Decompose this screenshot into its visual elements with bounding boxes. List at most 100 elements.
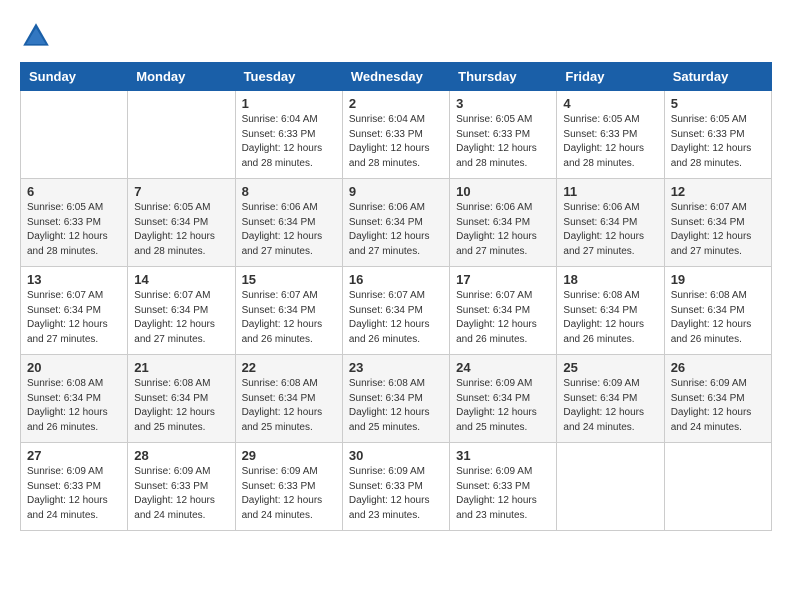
day-of-week-header: Sunday <box>21 63 128 91</box>
day-info: Sunrise: 6:07 AM Sunset: 6:34 PM Dayligh… <box>134 289 228 347</box>
logo <box>20 20 58 52</box>
day-number: 25 <box>563 360 657 375</box>
day-info: Sunrise: 6:07 AM Sunset: 6:34 PM Dayligh… <box>671 201 765 259</box>
day-number: 4 <box>563 96 657 111</box>
calendar-week-row: 27 Sunrise: 6:09 AM Sunset: 6:33 PM Dayli… <box>21 443 772 531</box>
calendar-day-cell <box>664 443 771 531</box>
day-info: Sunrise: 6:04 AM Sunset: 6:33 PM Dayligh… <box>349 113 443 171</box>
calendar-week-row: 6 Sunrise: 6:05 AM Sunset: 6:33 PM Daylig… <box>21 179 772 267</box>
day-info: Sunrise: 6:09 AM Sunset: 6:34 PM Dayligh… <box>563 377 657 435</box>
calendar-day-cell: 13Sunrise: 6:07 AM Sunset: 6:34 PM Dayli… <box>21 267 128 355</box>
calendar-day-cell: 12 Sunrise: 6:07 AM Sunset: 6:34 PM Dayli… <box>664 179 771 267</box>
calendar-day-cell: 9 Sunrise: 6:06 AM Sunset: 6:34 PM Daylig… <box>342 179 449 267</box>
day-info: Sunrise: 6:05 AM Sunset: 6:33 PM Dayligh… <box>563 113 657 171</box>
calendar-day-cell <box>557 443 664 531</box>
day-number: 8 <box>242 184 336 199</box>
day-number: 5 <box>671 96 765 111</box>
day-info: Sunrise: 6:07 AM Sunset: 6:34 PM Dayligh… <box>456 289 550 347</box>
day-of-week-header: Monday <box>128 63 235 91</box>
day-number: 29 <box>242 448 336 463</box>
day-info: Sunrise: 6:09 AM Sunset: 6:34 PM Dayligh… <box>671 377 765 435</box>
calendar-day-cell: 18 Sunrise: 6:08 AM Sunset: 6:34 PM Dayli… <box>557 267 664 355</box>
calendar-day-cell: 22Sunrise: 6:08 AM Sunset: 6:34 PM Dayli… <box>235 355 342 443</box>
calendar-week-row: 20 Sunrise: 6:08 AM Sunset: 6:34 PM Dayli… <box>21 355 772 443</box>
day-info: Sunrise: 6:08 AM Sunset: 6:34 PM Dayligh… <box>671 289 765 347</box>
calendar-day-cell: 16Sunrise: 6:07 AM Sunset: 6:34 PM Dayli… <box>342 267 449 355</box>
day-number: 27 <box>27 448 121 463</box>
day-info: Sunrise: 6:09 AM Sunset: 6:33 PM Dayligh… <box>456 465 550 523</box>
calendar-day-cell: 17 Sunrise: 6:07 AM Sunset: 6:34 PM Dayli… <box>450 267 557 355</box>
day-number: 1 <box>242 96 336 111</box>
day-info: Sunrise: 6:05 AM Sunset: 6:33 PM Dayligh… <box>671 113 765 171</box>
day-number: 12 <box>671 184 765 199</box>
day-number: 9 <box>349 184 443 199</box>
day-info: Sunrise: 6:07 AM Sunset: 6:34 PM Dayligh… <box>242 289 336 347</box>
calendar-day-cell: 4 Sunrise: 6:05 AM Sunset: 6:33 PM Daylig… <box>557 91 664 179</box>
calendar-day-cell <box>21 91 128 179</box>
logo-icon <box>20 20 52 52</box>
day-info: Sunrise: 6:05 AM Sunset: 6:33 PM Dayligh… <box>456 113 550 171</box>
calendar-day-cell: 5 Sunrise: 6:05 AM Sunset: 6:33 PM Daylig… <box>664 91 771 179</box>
calendar-day-cell: 14 Sunrise: 6:07 AM Sunset: 6:34 PM Dayli… <box>128 267 235 355</box>
calendar-day-cell: 3Sunrise: 6:05 AM Sunset: 6:33 PM Daylig… <box>450 91 557 179</box>
day-number: 30 <box>349 448 443 463</box>
calendar-day-cell: 2 Sunrise: 6:04 AM Sunset: 6:33 PM Daylig… <box>342 91 449 179</box>
calendar-week-row: 13 Sunrise: 6:07 AM Sunset: 6:34 PM Dayli… <box>21 267 772 355</box>
day-info: Sunrise: 6:05 AM Sunset: 6:34 PM Dayligh… <box>134 201 228 259</box>
day-of-week-header: Wednesday <box>342 63 449 91</box>
calendar-header-row: SundayMondayTuesdayWednesdayThursdayFrid… <box>21 63 772 91</box>
calendar-day-cell: 28Sunrise: 6:09 AM Sunset: 6:33 PM Dayli… <box>128 443 235 531</box>
day-info: Sunrise: 6:06 AM Sunset: 6:34 PM Dayligh… <box>242 201 336 259</box>
calendar-week-row: 1 Sunrise: 6:04 AM Sunset: 6:33 PM Daylig… <box>21 91 772 179</box>
day-of-week-header: Thursday <box>450 63 557 91</box>
day-info: Sunrise: 6:09 AM Sunset: 6:33 PM Dayligh… <box>242 465 336 523</box>
day-info: Sunrise: 6:06 AM Sunset: 6:34 PM Dayligh… <box>349 201 443 259</box>
day-number: 31 <box>456 448 550 463</box>
day-number: 10 <box>456 184 550 199</box>
day-info: Sunrise: 6:04 AM Sunset: 6:33 PM Dayligh… <box>242 113 336 171</box>
day-number: 26 <box>671 360 765 375</box>
day-info: Sunrise: 6:06 AM Sunset: 6:34 PM Dayligh… <box>456 201 550 259</box>
day-info: Sunrise: 6:09 AM Sunset: 6:34 PM Dayligh… <box>456 377 550 435</box>
calendar-day-cell: 24 Sunrise: 6:09 AM Sunset: 6:34 PM Dayli… <box>450 355 557 443</box>
calendar-day-cell: 15 Sunrise: 6:07 AM Sunset: 6:34 PM Dayli… <box>235 267 342 355</box>
calendar-day-cell: 30Sunrise: 6:09 AM Sunset: 6:33 PM Dayli… <box>342 443 449 531</box>
day-info: Sunrise: 6:08 AM Sunset: 6:34 PM Dayligh… <box>349 377 443 435</box>
page-header <box>20 20 772 52</box>
day-info: Sunrise: 6:05 AM Sunset: 6:33 PM Dayligh… <box>27 201 121 259</box>
day-info: Sunrise: 6:08 AM Sunset: 6:34 PM Dayligh… <box>134 377 228 435</box>
day-number: 24 <box>456 360 550 375</box>
calendar-day-cell: 7Sunrise: 6:05 AM Sunset: 6:34 PM Daylig… <box>128 179 235 267</box>
day-of-week-header: Tuesday <box>235 63 342 91</box>
calendar-table: SundayMondayTuesdayWednesdayThursdayFrid… <box>20 62 772 531</box>
day-number: 22 <box>242 360 336 375</box>
calendar-day-cell: 21Sunrise: 6:08 AM Sunset: 6:34 PM Dayli… <box>128 355 235 443</box>
calendar-day-cell: 23 Sunrise: 6:08 AM Sunset: 6:34 PM Dayli… <box>342 355 449 443</box>
day-number: 17 <box>456 272 550 287</box>
calendar-day-cell: 1 Sunrise: 6:04 AM Sunset: 6:33 PM Daylig… <box>235 91 342 179</box>
calendar-day-cell: 26 Sunrise: 6:09 AM Sunset: 6:34 PM Dayli… <box>664 355 771 443</box>
day-number: 13 <box>27 272 121 287</box>
calendar-day-cell: 31 Sunrise: 6:09 AM Sunset: 6:33 PM Dayli… <box>450 443 557 531</box>
calendar-day-cell: 19 Sunrise: 6:08 AM Sunset: 6:34 PM Dayli… <box>664 267 771 355</box>
calendar-day-cell: 8 Sunrise: 6:06 AM Sunset: 6:34 PM Daylig… <box>235 179 342 267</box>
day-number: 19 <box>671 272 765 287</box>
day-info: Sunrise: 6:08 AM Sunset: 6:34 PM Dayligh… <box>563 289 657 347</box>
calendar-day-cell: 20 Sunrise: 6:08 AM Sunset: 6:34 PM Dayli… <box>21 355 128 443</box>
day-number: 23 <box>349 360 443 375</box>
day-number: 20 <box>27 360 121 375</box>
day-info: Sunrise: 6:08 AM Sunset: 6:34 PM Dayligh… <box>27 377 121 435</box>
calendar-day-cell <box>128 91 235 179</box>
day-number: 15 <box>242 272 336 287</box>
day-number: 16 <box>349 272 443 287</box>
day-number: 6 <box>27 184 121 199</box>
day-number: 2 <box>349 96 443 111</box>
day-of-week-header: Friday <box>557 63 664 91</box>
calendar-day-cell: 29 Sunrise: 6:09 AM Sunset: 6:33 PM Dayli… <box>235 443 342 531</box>
calendar-day-cell: 27Sunrise: 6:09 AM Sunset: 6:33 PM Dayli… <box>21 443 128 531</box>
calendar-day-cell: 6 Sunrise: 6:05 AM Sunset: 6:33 PM Daylig… <box>21 179 128 267</box>
calendar-day-cell: 10 Sunrise: 6:06 AM Sunset: 6:34 PM Dayli… <box>450 179 557 267</box>
day-number: 14 <box>134 272 228 287</box>
day-info: Sunrise: 6:09 AM Sunset: 6:33 PM Dayligh… <box>134 465 228 523</box>
day-number: 18 <box>563 272 657 287</box>
